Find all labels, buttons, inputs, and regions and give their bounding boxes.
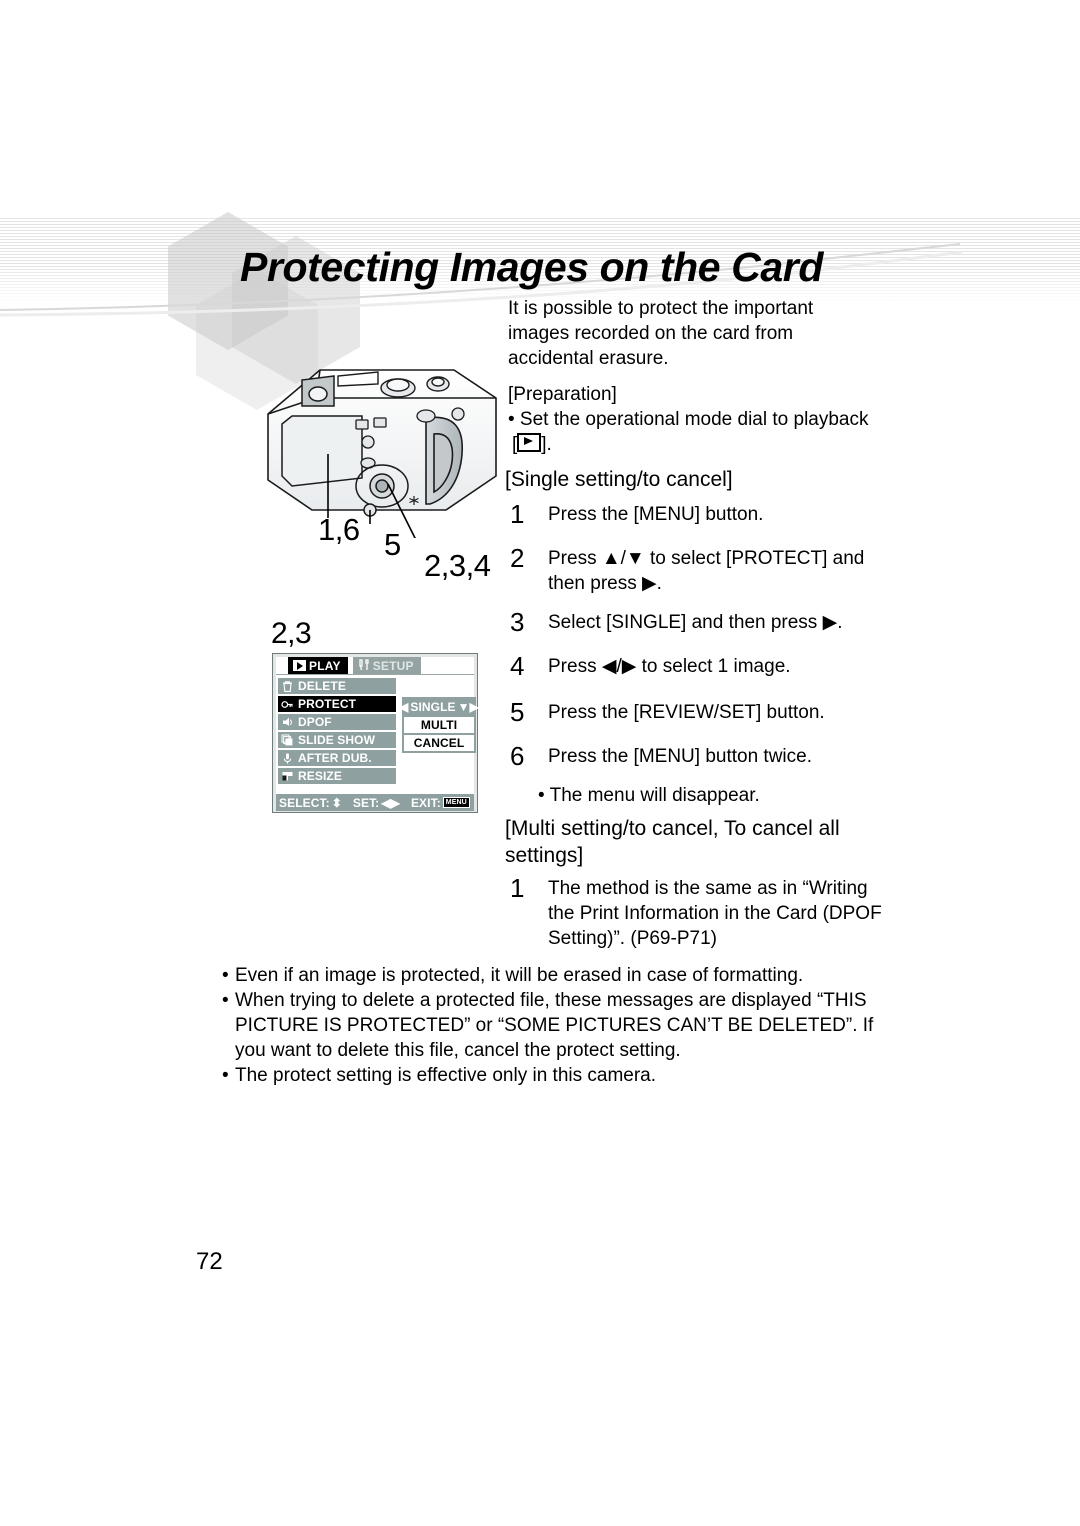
submenu-option-label: SINGLE — [410, 700, 456, 714]
submenu-option-cancel[interactable]: CANCEL — [404, 735, 474, 751]
status-select: SELECT: ⬍ — [279, 796, 342, 810]
menu-item-slide-show[interactable]: SLIDE SHOW — [278, 732, 396, 748]
step-number: 2 — [510, 543, 525, 573]
lcd-menu-list: DELETE PROTECT DPOF SLIDE SHOW AFTER DUB… — [278, 678, 396, 784]
print-icon — [281, 716, 294, 729]
lcd-step-label: 2,3 — [271, 617, 312, 650]
step-number: 5 — [510, 697, 525, 727]
menu-item-label: PROTECT — [298, 697, 357, 711]
multi-section-heading: [Multi setting/to cancel, To cancel all … — [505, 817, 840, 867]
lcd-menu-screenshot: PLAY SETUP DELETE PROTECT DPOF SLIDE SHO… — [272, 653, 479, 813]
step-5: 5 Press the [REVIEW/SET] button. — [505, 697, 868, 727]
preparation-heading: [Preparation] — [508, 384, 617, 405]
step-text: The method is the same as in “Writing th… — [548, 878, 882, 949]
note-text: Even if an image is protected, it will b… — [235, 965, 804, 986]
status-select-label: SELECT: — [279, 795, 330, 810]
page-title: Protecting Images on the Card — [240, 244, 824, 290]
step-1: 1 Press the [MENU] button. — [505, 499, 868, 529]
preparation-block: [Preparation] • Set the operational mode… — [508, 382, 880, 457]
step-number: 6 — [510, 741, 525, 771]
left-arrow-icon: ◀ — [399, 700, 409, 714]
single-section-heading: [Single setting/to cancel] — [505, 468, 733, 491]
status-set: SET: ◀▶ — [353, 796, 400, 810]
status-set-label: SET: — [352, 795, 380, 810]
menu-key-icon: MENU — [442, 797, 470, 808]
note-item: • Even if an image is protected, it will… — [222, 963, 882, 988]
menu-item-delete[interactable]: DELETE — [278, 678, 396, 694]
key-icon — [281, 698, 294, 711]
protect-submenu: ◀ SINGLE ▼▶ MULTI CANCEL — [399, 697, 479, 753]
menu-item-label: AFTER DUB. — [298, 751, 372, 765]
multi-step-1: 1 The method is the same as in “Writing … — [505, 873, 888, 951]
step-text: Press the [MENU] button twice. — [548, 746, 812, 767]
step-text: Select [SINGLE] and then press ▶. — [548, 612, 843, 633]
step-2: 2 Press ▲/▼ to select [PROTECT] and then… — [505, 543, 868, 596]
step-number: 4 — [510, 651, 525, 681]
play-icon — [293, 660, 306, 671]
step-number: 1 — [510, 873, 525, 903]
left-right-arrow-icon: ◀▶ — [381, 795, 400, 810]
playback-icon — [517, 433, 542, 452]
tab-setup[interactable]: SETUP — [352, 657, 421, 674]
tools-icon — [358, 658, 370, 673]
bullet-icon: • — [222, 965, 229, 986]
tab-play-label: PLAY — [309, 658, 341, 673]
menu-item-protect[interactable]: PROTECT — [278, 696, 396, 712]
note-text: The protect setting is effective only in… — [235, 1065, 657, 1086]
submenu-option-label: CANCEL — [413, 736, 465, 750]
note-text: When trying to delete a protected file, … — [235, 990, 874, 1061]
menu-item-dpof[interactable]: DPOF — [278, 714, 396, 730]
submenu-option-single[interactable]: ◀ SINGLE ▼▶ — [399, 699, 479, 715]
menu-item-label: RESIZE — [298, 769, 342, 783]
page-number: 72 — [196, 1248, 223, 1275]
camera-callout-cursor-button: 2,3,4 — [424, 548, 491, 583]
tab-play[interactable]: PLAY — [288, 657, 348, 674]
menu-item-label: SLIDE SHOW — [298, 733, 376, 747]
up-down-arrow-icon: ⬍ — [331, 795, 342, 810]
bottom-notes: • Even if an image is protected, it will… — [222, 963, 882, 1088]
lcd-status-bar: SELECT: ⬍ SET: ◀▶ EXIT: MENU — [276, 794, 474, 811]
step-4: 4 Press ◀/▶ to select 1 image. — [505, 651, 868, 681]
step-text: Press the [MENU] button. — [548, 504, 764, 525]
microphone-icon — [281, 752, 294, 765]
menu-item-resize[interactable]: RESIZE — [278, 768, 396, 784]
menu-item-after-dub[interactable]: AFTER DUB. — [278, 750, 396, 766]
step-text: Press ▲/▼ to select [PROTECT] and then p… — [548, 548, 865, 594]
status-exit-label: EXIT: — [410, 795, 441, 810]
step-6: 6 Press the [MENU] button twice. — [505, 741, 868, 771]
step-number: 3 — [510, 607, 525, 637]
down-right-arrow-icon: ▼▶ — [457, 700, 479, 714]
lcd-tab-bar: PLAY SETUP — [276, 657, 474, 675]
camera-callout-review-set-button: 5 — [384, 527, 401, 562]
trash-icon — [281, 680, 294, 693]
slideshow-icon — [281, 734, 294, 747]
submenu-option-label: MULTI — [420, 718, 458, 732]
step-text: Press the [REVIEW/SET] button. — [548, 702, 825, 723]
status-exit: EXIT: MENU — [411, 796, 470, 810]
submenu-option-multi[interactable]: MULTI — [404, 717, 474, 733]
step-number: 1 — [510, 499, 525, 529]
note-item: • The protect setting is effective only … — [222, 1063, 882, 1088]
camera-callout-menu-button: 1,6 — [318, 512, 360, 547]
menu-disappear-note: • The menu will disappear. — [538, 785, 760, 806]
note-item: • When trying to delete a protected file… — [222, 988, 882, 1063]
intro-paragraph: It is possible to protect the important … — [508, 298, 814, 369]
preparation-bullet: • Set the operational mode dial to playb… — [508, 409, 869, 455]
step-text: Press ◀/▶ to select 1 image. — [548, 656, 791, 677]
resize-icon — [281, 770, 294, 783]
lcd-menu-body: DELETE PROTECT DPOF SLIDE SHOW AFTER DUB… — [276, 675, 479, 794]
bullet-icon: • — [222, 990, 229, 1011]
menu-item-label: DELETE — [298, 679, 346, 693]
bullet-icon: • — [222, 1065, 229, 1086]
step-3: 3 Select [SINGLE] and then press ▶. — [505, 607, 868, 637]
menu-item-label: DPOF — [298, 715, 332, 729]
camera-illustration — [258, 358, 508, 545]
tab-setup-label: SETUP — [372, 658, 414, 673]
